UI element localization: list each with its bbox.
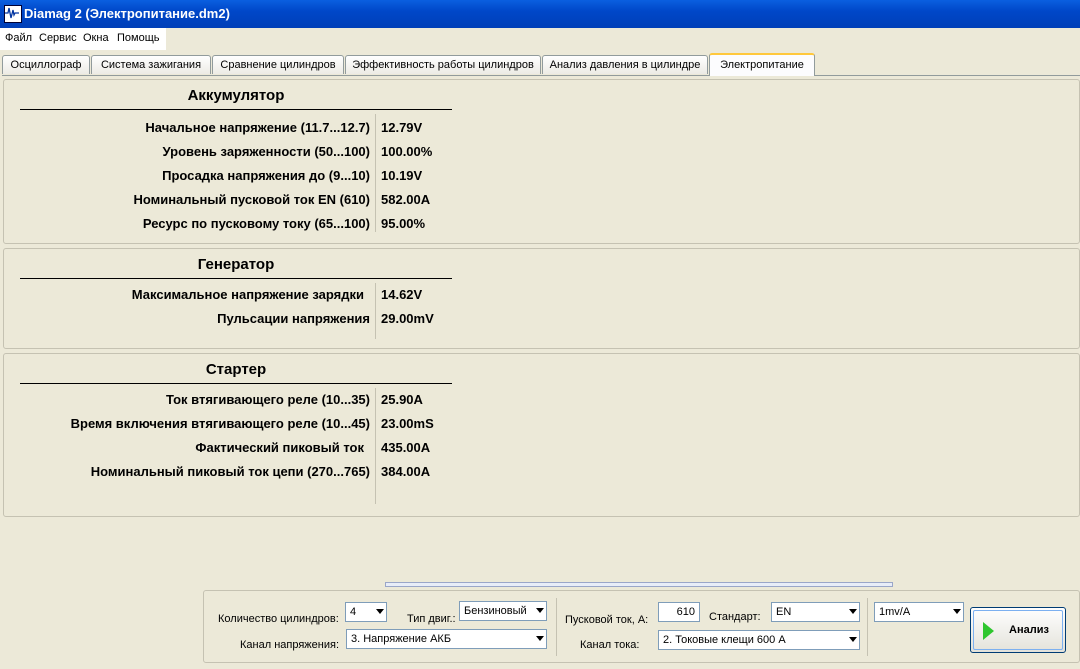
analyze-button[interactable]: Анализ bbox=[970, 607, 1066, 653]
starter-row: Ток втягивающего реле (10...35) 25.90A bbox=[4, 392, 704, 412]
engine-type-select[interactable]: Бензиновый bbox=[459, 601, 547, 621]
cylinders-select[interactable]: 4 bbox=[345, 602, 387, 622]
row-label: Ресурс по пусковому току (65...100) bbox=[142, 216, 370, 231]
settings-panel bbox=[203, 590, 1080, 663]
analyze-label: Анализ bbox=[1009, 624, 1049, 636]
starter-heading: Стартер bbox=[205, 361, 267, 378]
scale-select[interactable]: 1mv/A bbox=[874, 602, 964, 622]
group-separator bbox=[867, 598, 868, 656]
chevron-down-icon bbox=[849, 637, 857, 642]
menu-help[interactable]: Помощь bbox=[117, 32, 160, 44]
menu-bar: Файл Сервис Окна Помощь bbox=[0, 28, 166, 50]
tab-content: Аккумулятор Начальное напряжение (11.7..… bbox=[2, 75, 1080, 668]
row-label: Просадка напряжения до (9...10) bbox=[162, 168, 370, 183]
scale-value: 1mv/A bbox=[879, 606, 911, 618]
chevron-down-icon bbox=[536, 636, 544, 641]
row-label: Фактический пиковый ток bbox=[195, 440, 364, 455]
generator-panel: Генератор Максимальное напряжение зарядк… bbox=[3, 248, 1080, 349]
tab-cylinder-efficiency[interactable]: Эффективность работы цилиндров bbox=[345, 55, 541, 74]
row-value: 23.00mS bbox=[381, 416, 434, 431]
panel-splitter[interactable] bbox=[385, 582, 893, 587]
menu-windows[interactable]: Окна bbox=[83, 32, 109, 44]
cylinders-value: 4 bbox=[350, 606, 357, 618]
row-label: Номинальный пиковый ток цепи (270...765) bbox=[90, 464, 370, 479]
row-label: Максимальное напряжение зарядки bbox=[131, 287, 364, 302]
current-channel-value: 2. Токовые клещи 600 А bbox=[663, 634, 786, 646]
start-current-input[interactable]: 610 bbox=[658, 602, 700, 622]
row-value: 29.00mV bbox=[381, 311, 434, 326]
title-bar: Diamag 2 (Электропитание.dm2) bbox=[0, 0, 1080, 28]
battery-row: Уровень заряженности (50...100) 100.00% bbox=[4, 144, 704, 164]
row-label: Начальное напряжение (11.7...12.7) bbox=[145, 120, 370, 135]
row-value: 435.00A bbox=[381, 440, 431, 455]
chevron-down-icon bbox=[849, 609, 857, 614]
voltage-channel-value: 3. Напряжение АКБ bbox=[351, 633, 452, 645]
battery-divider bbox=[20, 109, 452, 110]
chevron-down-icon bbox=[536, 608, 544, 613]
battery-row: Просадка напряжения до (9...10) 10.19V bbox=[4, 168, 704, 188]
standard-label: Стандарт: bbox=[709, 611, 761, 623]
starter-divider bbox=[20, 383, 452, 384]
battery-row: Номинальный пусковой ток EN (610) 582.00… bbox=[4, 192, 704, 212]
current-channel-label: Канал тока: bbox=[580, 639, 640, 651]
starter-row: Фактический пиковый ток 435.00A bbox=[4, 440, 704, 460]
voltage-channel-label: Канал напряжения: bbox=[240, 639, 339, 651]
generator-heading: Генератор bbox=[197, 256, 275, 273]
battery-row: Начальное напряжение (11.7...12.7) 12.79… bbox=[4, 120, 704, 140]
row-value: 12.79V bbox=[381, 120, 423, 135]
current-channel-select[interactable]: 2. Токовые клещи 600 А bbox=[658, 630, 860, 650]
battery-row: Ресурс по пусковому току (65...100) 95.0… bbox=[4, 216, 704, 236]
window-title: Diamag 2 (Электропитание.dm2) bbox=[24, 6, 230, 21]
start-current-label: Пусковой ток, А: bbox=[565, 614, 649, 626]
row-label: Ток втягивающего реле (10...35) bbox=[165, 392, 370, 407]
battery-heading: Аккумулятор bbox=[187, 87, 285, 104]
row-label: Уровень заряженности (50...100) bbox=[162, 144, 370, 159]
row-value: 384.00A bbox=[381, 464, 431, 479]
menu-file[interactable]: Файл bbox=[5, 32, 32, 44]
tab-ignition[interactable]: Система зажигания bbox=[91, 55, 211, 74]
tab-oscilloscope[interactable]: Осциллограф bbox=[2, 55, 90, 74]
starter-panel: Стартер Ток втягивающего реле (10...35) … bbox=[3, 353, 1080, 517]
menu-service[interactable]: Сервис bbox=[39, 32, 77, 44]
group-separator bbox=[556, 598, 557, 656]
play-icon bbox=[983, 622, 994, 640]
row-label: Время включения втягивающего реле (10...… bbox=[70, 416, 370, 431]
row-value: 100.00% bbox=[381, 144, 433, 159]
starter-row: Номинальный пиковый ток цепи (270...765)… bbox=[4, 464, 704, 484]
row-value: 582.00A bbox=[381, 192, 431, 207]
row-label: Пульсации напряжения bbox=[217, 311, 370, 326]
row-value: 25.90A bbox=[381, 392, 423, 407]
battery-panel: Аккумулятор Начальное напряжение (11.7..… bbox=[3, 79, 1080, 244]
engine-type-label: Тип двиг.: bbox=[407, 613, 456, 625]
starter-row: Время включения втягивающего реле (10...… bbox=[4, 416, 704, 436]
standard-select[interactable]: EN bbox=[771, 602, 860, 622]
row-value: 10.19V bbox=[381, 168, 423, 183]
chevron-down-icon bbox=[953, 609, 961, 614]
generator-row: Пульсации напряжения 29.00mV bbox=[4, 311, 704, 331]
row-value: 95.00% bbox=[381, 216, 426, 231]
tab-cylinder-pressure[interactable]: Анализ давления в цилиндре bbox=[542, 55, 708, 74]
row-value: 14.62V bbox=[381, 287, 423, 302]
cylinders-label: Количество цилиндров: bbox=[218, 613, 339, 625]
tab-power-supply[interactable]: Электропитание bbox=[709, 53, 815, 76]
row-label: Номинальный пусковой ток EN (610) bbox=[133, 192, 370, 207]
standard-value: EN bbox=[776, 606, 792, 618]
engine-type-value: Бензиновый bbox=[464, 605, 527, 617]
app-icon[interactable] bbox=[4, 5, 22, 23]
generator-row: Максимальное напряжение зарядки 14.62V bbox=[4, 287, 704, 307]
tab-cylinder-compare[interactable]: Сравнение цилиндров bbox=[212, 55, 344, 74]
tab-strip: Осциллограф Система зажигания Сравнение … bbox=[0, 50, 1080, 76]
chevron-down-icon bbox=[376, 609, 384, 614]
generator-divider bbox=[20, 278, 452, 279]
voltage-channel-select[interactable]: 3. Напряжение АКБ bbox=[346, 629, 547, 649]
